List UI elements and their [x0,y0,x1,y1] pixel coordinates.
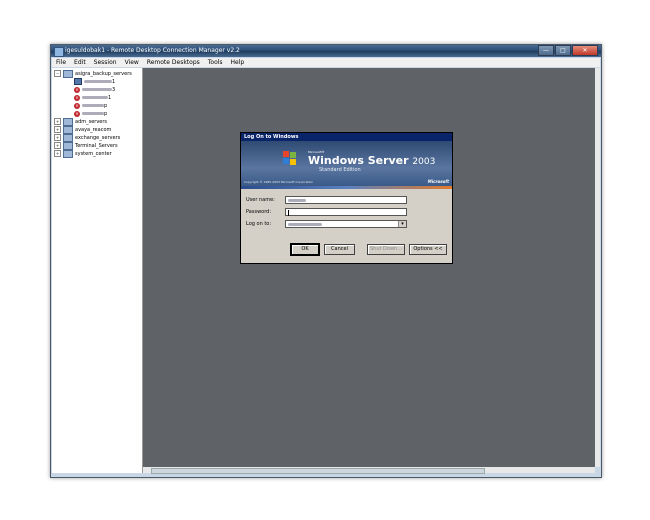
server-suffix: 3 [112,86,116,93]
scroll-thumb[interactable] [151,468,485,474]
shutdown-button[interactable]: Shut Down... [367,244,405,255]
ok-button[interactable]: OK [290,243,320,256]
options-button[interactable]: Options << [409,244,447,255]
redacted-name [82,96,108,99]
tree-group-system-center[interactable]: + system_center [54,149,112,158]
error-icon: ✕ [74,102,80,109]
app-icon [54,47,64,57]
tree-group-adm[interactable]: + adm_servers [54,117,108,126]
tree-group-exchange[interactable]: + exchange_servers [54,133,121,142]
horizontal-scrollbar[interactable] [143,467,595,474]
menu-view[interactable]: View [121,59,143,66]
maximize-button[interactable]: □ [555,45,571,56]
server-suffix: p [104,102,108,109]
menu-bar: File Edit Session View Remote Desktops T… [52,58,600,67]
server-suffix: p [104,110,108,117]
redacted-name [82,104,104,107]
group-icon [63,133,73,142]
product-year: 2003 [412,157,436,167]
text-cursor [288,209,289,216]
tree-server-2[interactable]: ✕ 3 [74,86,115,93]
server-tree: − asigra_backup_servers 1 ✕ 3 ✕ 1 ✕ p ✕ … [52,68,143,473]
tree-group-terminal[interactable]: + Terminal_Servers [54,141,118,150]
menu-tools[interactable]: Tools [204,59,227,66]
server-connected-icon [74,78,82,85]
group-label: exchange_servers [75,134,121,141]
collapse-icon[interactable]: − [54,70,61,77]
tree-server-3[interactable]: ✕ 1 [74,94,111,101]
password-input[interactable] [285,208,407,216]
color-strip [241,186,452,189]
tree-group-asigra[interactable]: − asigra_backup_servers [54,69,132,78]
expand-icon[interactable]: + [54,126,61,133]
tree-server-5[interactable]: ✕ p [74,110,107,117]
logon-dialog: Log On to Windows Microsoft® Windows Ser… [240,132,453,264]
group-label: adm_servers [75,118,108,125]
tree-server-1[interactable]: 1 [74,78,115,85]
cancel-button[interactable]: Cancel [324,244,355,255]
window-title: igesuldobak1 - Remote Desktop Connection… [65,47,240,54]
server-suffix: 1 [108,94,112,101]
remote-session-area[interactable] [143,68,595,467]
error-icon: ✕ [74,86,80,93]
group-icon [63,141,73,150]
password-label: Password: [246,209,272,215]
menu-remote-desktops[interactable]: Remote Desktops [143,59,204,66]
chevron-down-icon[interactable]: ▾ [398,221,406,227]
windows-banner: Microsoft® Windows Server 2003 Standard … [241,141,452,186]
windows-flag-icon [283,151,297,165]
minimize-button[interactable]: — [538,45,554,56]
menu-help[interactable]: Help [227,59,249,66]
vertical-scrollbar[interactable] [595,68,600,467]
tree-group-avaya[interactable]: + avaya_reacom [54,125,112,134]
user-name-input[interactable] [285,196,407,204]
redacted-name [82,88,112,91]
dialog-title: Log On to Windows [241,133,452,141]
group-icon [63,117,73,126]
menu-session[interactable]: Session [90,59,121,66]
domain-select[interactable]: ▾ [285,220,407,228]
group-icon [63,149,73,158]
redacted-name [82,112,104,115]
error-icon: ✕ [74,110,80,117]
group-label: avaya_reacom [75,126,112,133]
group-label: Terminal_Servers [75,142,118,149]
expand-icon[interactable]: + [54,150,61,157]
redacted-username [288,199,306,202]
copyright-text: Copyright © 1985-2003 Microsoft Corporat… [244,180,314,184]
title-bar[interactable]: igesuldobak1 - Remote Desktop Connection… [51,45,601,57]
log-on-to-label: Log on to: [246,221,272,227]
edition-label: Standard Edition [319,167,361,173]
redacted-name [84,80,112,83]
product-name: Windows Server 2003 [308,154,435,167]
error-icon: ✕ [74,94,80,101]
redacted-domain [288,223,322,226]
microsoft-logo: Microsoft [427,179,449,184]
group-icon [63,125,73,134]
user-name-label: User name: [246,197,275,203]
group-label: asigra_backup_servers [75,70,132,77]
close-button[interactable]: ✕ [572,45,598,56]
tree-server-4[interactable]: ✕ p [74,102,107,109]
group-label: system_center [75,150,112,157]
menu-edit[interactable]: Edit [70,59,90,66]
expand-icon[interactable]: + [54,142,61,149]
expand-icon[interactable]: + [54,118,61,125]
expand-icon[interactable]: + [54,134,61,141]
server-suffix: 1 [112,78,116,85]
group-icon [63,69,73,78]
menu-file[interactable]: File [52,59,70,66]
product-title: Windows Server [308,154,409,167]
